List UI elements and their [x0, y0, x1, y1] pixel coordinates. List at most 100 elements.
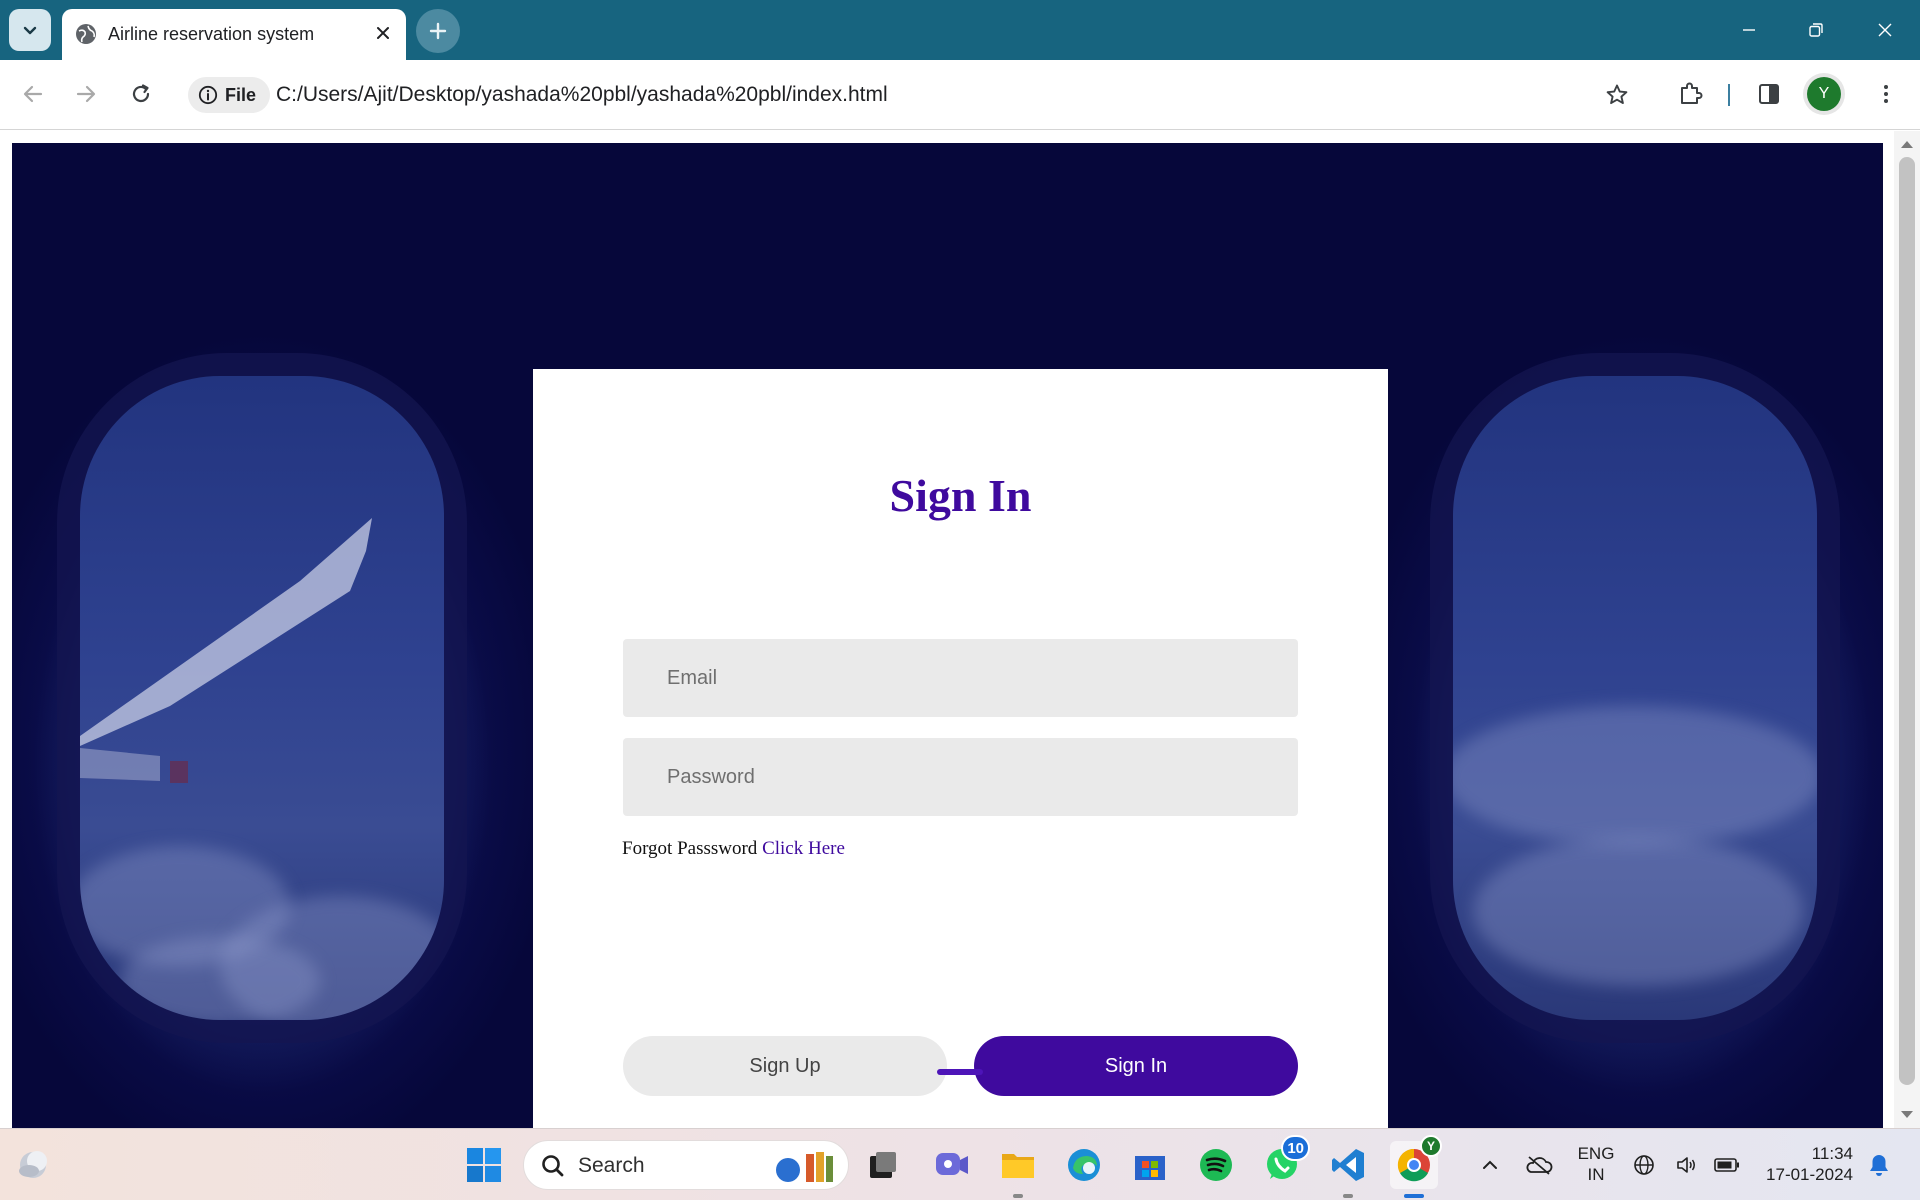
- tab-search-button[interactable]: [9, 9, 51, 51]
- spotify-logo-icon: [1200, 1149, 1232, 1181]
- input-language-indicator[interactable]: ENG IN: [1571, 1143, 1621, 1185]
- microsoft-store-icon[interactable]: [1126, 1141, 1174, 1189]
- email-field[interactable]: [623, 639, 1298, 717]
- windows-taskbar: Search 10 Y ENG IN 11:34 17-01-2024: [0, 1128, 1920, 1200]
- back-button[interactable]: [13, 74, 53, 114]
- volume-icon[interactable]: [1672, 1141, 1702, 1189]
- task-view-button[interactable]: [859, 1141, 907, 1189]
- notification-badge: 10: [1281, 1135, 1310, 1161]
- side-panel-button[interactable]: [1749, 74, 1789, 114]
- plus-icon: [429, 22, 447, 40]
- new-tab-button[interactable]: [416, 9, 460, 53]
- page-viewport: Sign In Forgot Passsword Click Here Sign…: [12, 143, 1883, 1128]
- windows-logo-icon: [467, 1148, 501, 1182]
- minimize-button[interactable]: [1716, 0, 1782, 60]
- spotify-icon[interactable]: [1192, 1141, 1240, 1189]
- more-vertical-icon: [1884, 85, 1888, 103]
- taskbar-search-label: Search: [578, 1154, 645, 1177]
- browser-toolbar: File C:/Users/Ajit/Desktop/yashada%20pbl…: [0, 60, 1920, 130]
- vertical-scrollbar[interactable]: [1894, 131, 1920, 1128]
- address-bar[interactable]: File C:/Users/Ajit/Desktop/yashada%20pbl…: [180, 70, 1646, 120]
- forward-button[interactable]: [66, 74, 106, 114]
- clock[interactable]: 11:34 17-01-2024: [1757, 1143, 1853, 1185]
- chevron-up-icon: [1483, 1160, 1497, 1169]
- running-indicator: [1013, 1194, 1023, 1198]
- video-chat-icon: [936, 1153, 968, 1175]
- restore-icon: [1809, 23, 1823, 37]
- running-indicator: [1343, 1194, 1353, 1198]
- window-view-right: [1453, 376, 1817, 1020]
- window-view-left: [80, 376, 444, 1020]
- sign-in-button[interactable]: Sign In: [974, 1036, 1298, 1096]
- cloud-shape: [1473, 836, 1803, 986]
- show-hidden-icons-button[interactable]: [1466, 1141, 1514, 1189]
- close-window-button[interactable]: [1852, 0, 1918, 60]
- star-icon: [1606, 84, 1628, 105]
- start-button[interactable]: [460, 1141, 508, 1189]
- tab-close-button[interactable]: [370, 20, 396, 46]
- cloud-shape: [1453, 706, 1817, 846]
- bookmark-button[interactable]: [1598, 76, 1636, 114]
- weather-widget[interactable]: [9, 1141, 57, 1189]
- arrow-right-icon: [76, 85, 96, 103]
- close-icon: [377, 27, 389, 39]
- puzzle-icon: [1681, 82, 1703, 104]
- info-icon: [198, 85, 218, 105]
- onedrive-tray-icon[interactable]: [1515, 1141, 1563, 1189]
- battery-level-icon: [1714, 1158, 1739, 1172]
- task-view-icon: [870, 1152, 896, 1178]
- taskbar-search-box[interactable]: Search: [523, 1140, 849, 1190]
- reload-button[interactable]: [121, 74, 161, 114]
- active-indicator: [1404, 1194, 1424, 1198]
- tab-title: Airline reservation system: [108, 24, 315, 44]
- edge-icon: [1068, 1149, 1100, 1181]
- battery-icon[interactable]: [1712, 1141, 1742, 1189]
- forgot-password-text: Forgot Passsword: [622, 838, 758, 859]
- forgot-password-link[interactable]: Click Here: [762, 838, 845, 859]
- search-icon: [542, 1155, 564, 1177]
- scroll-up-arrow-icon[interactable]: [1901, 141, 1913, 148]
- vscode-logo-icon: [1332, 1149, 1364, 1181]
- region-code: IN: [1587, 1165, 1605, 1184]
- browser-title-bar: Airline reservation system: [0, 0, 1920, 60]
- browser-tab-active[interactable]: Airline reservation system: [62, 9, 406, 60]
- scroll-down-arrow-icon[interactable]: [1901, 1111, 1913, 1118]
- arrow-left-icon: [23, 85, 43, 103]
- browser-menu-button[interactable]: [1866, 74, 1906, 114]
- reload-icon: [132, 84, 150, 103]
- language-code: ENG: [1577, 1144, 1615, 1163]
- toolbar-separator: [1728, 84, 1730, 106]
- bell-icon: [1870, 1155, 1888, 1176]
- password-field[interactable]: [623, 738, 1298, 816]
- close-icon: [1878, 23, 1892, 37]
- network-icon[interactable]: [1629, 1141, 1659, 1189]
- chevron-down-icon: [23, 26, 37, 35]
- side-panel-icon: [1759, 84, 1779, 104]
- sign-in-card: Sign In Forgot Passsword Click Here Sign…: [533, 369, 1388, 1128]
- sign-up-button[interactable]: Sign Up: [623, 1036, 947, 1096]
- notifications-button[interactable]: [1864, 1141, 1894, 1189]
- globe-network-icon: [1634, 1155, 1654, 1175]
- extensions-button[interactable]: [1671, 74, 1711, 114]
- clock-date: 17-01-2024: [1766, 1165, 1853, 1184]
- speaker-icon: [1677, 1157, 1695, 1173]
- chrome-taskbar-icon[interactable]: Y: [1390, 1135, 1442, 1198]
- restore-button[interactable]: [1783, 0, 1849, 60]
- folder-icon: [1002, 1154, 1034, 1178]
- profile-avatar[interactable]: Y: [1807, 77, 1841, 111]
- site-info-label: File: [225, 84, 257, 105]
- globe-icon: [76, 24, 96, 44]
- weather-moon-icon: [19, 1151, 47, 1178]
- whatsapp-icon[interactable]: 10: [1258, 1135, 1310, 1189]
- url-text[interactable]: C:/Users/Ajit/Desktop/yashada%20pbl/yash…: [276, 83, 888, 107]
- meet-app-icon[interactable]: [928, 1141, 976, 1189]
- edge-browser-icon[interactable]: [1060, 1141, 1108, 1189]
- site-info-chip[interactable]: File: [188, 77, 271, 113]
- vscode-icon[interactable]: [1324, 1141, 1372, 1198]
- cloud-shape: [120, 936, 320, 1020]
- store-icon: [1135, 1156, 1165, 1180]
- clock-time: 11:34: [1811, 1144, 1853, 1163]
- scroll-thumb[interactable]: [1899, 157, 1915, 1085]
- page-title: Sign In: [889, 470, 1032, 521]
- file-explorer-icon[interactable]: [994, 1141, 1042, 1198]
